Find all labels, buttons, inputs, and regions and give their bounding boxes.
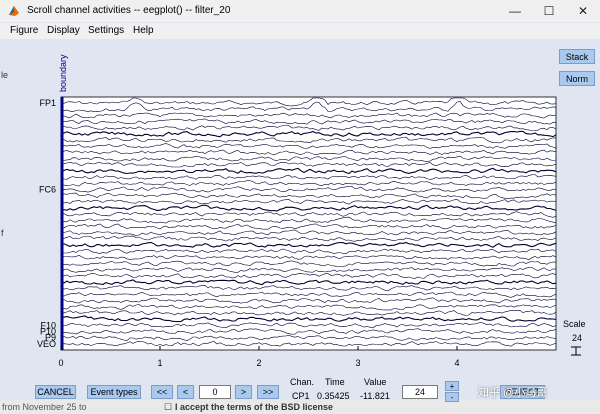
x-tick-label: 3 bbox=[355, 358, 360, 368]
x-tick-label: 4 bbox=[454, 358, 459, 368]
scale-label: Scale bbox=[563, 319, 586, 329]
stack-button[interactable]: Stack bbox=[559, 49, 595, 64]
scroll-right-page-button[interactable]: >> bbox=[257, 385, 279, 399]
scale-field[interactable]: 24 bbox=[402, 385, 438, 399]
chan-value: CP1 bbox=[292, 391, 310, 401]
time-header: Time bbox=[325, 377, 345, 387]
x-tick-label: 0 bbox=[58, 358, 63, 368]
chan-header: Chan. bbox=[290, 377, 315, 387]
plot-axes bbox=[60, 96, 557, 351]
value-header: Value bbox=[364, 377, 387, 387]
norm-button[interactable]: Norm bbox=[559, 71, 595, 86]
x-tick-label: 1 bbox=[157, 358, 162, 368]
eegplot-window: Scroll channel activities -- eegplot() -… bbox=[0, 0, 600, 402]
scale-increase-button[interactable]: + bbox=[445, 381, 459, 391]
background-text: I accept the terms of the BSD license bbox=[175, 402, 334, 412]
time-value: 0.35425 bbox=[317, 391, 350, 401]
boundary-label: boundary bbox=[58, 54, 68, 92]
scale-value: 24 bbox=[572, 333, 583, 343]
scale-bar-icon bbox=[571, 346, 581, 356]
event-types-button[interactable]: Event types bbox=[87, 385, 141, 399]
channel-label: VEO bbox=[37, 339, 56, 349]
eeg-plot[interactable]: boundary 01234 FP1FC6F10P10P9VEO bbox=[0, 0, 600, 400]
channel-label: FC6 bbox=[39, 185, 56, 195]
background-text: from November 25 to bbox=[2, 402, 87, 412]
x-tick-label: 2 bbox=[256, 358, 261, 368]
channel-labels: FP1FC6F10P10P9VEO bbox=[37, 98, 56, 349]
watermark: 知乎 @小马哥 bbox=[478, 387, 548, 399]
scroll-left-button[interactable]: < bbox=[177, 385, 194, 399]
scroll-right-button[interactable]: > bbox=[235, 385, 252, 399]
cancel-button[interactable]: CANCEL bbox=[35, 385, 76, 399]
position-field[interactable]: 0 bbox=[199, 385, 231, 399]
checkbox-icon[interactable]: ☐ bbox=[164, 402, 172, 413]
scroll-left-page-button[interactable]: << bbox=[151, 385, 173, 399]
channel-label: FP1 bbox=[39, 98, 56, 108]
scale-decrease-button[interactable]: - bbox=[445, 392, 459, 402]
value-value: -11.821 bbox=[360, 391, 390, 401]
